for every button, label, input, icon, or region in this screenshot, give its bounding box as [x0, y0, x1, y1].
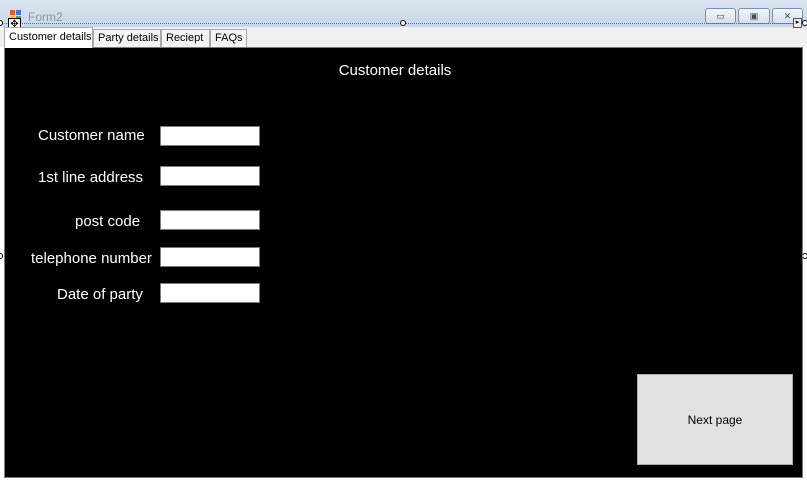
page-title: Customer details: [338, 62, 452, 79]
resize-handle[interactable]: [400, 20, 406, 26]
tab-faqs[interactable]: FAQs: [210, 29, 247, 48]
resize-handle[interactable]: [0, 253, 3, 259]
party-date-input[interactable]: [160, 283, 260, 303]
customer-name-input[interactable]: [160, 126, 260, 146]
address-input[interactable]: [160, 166, 260, 186]
minimize-button[interactable]: ▭: [705, 8, 736, 24]
customer-name-label: Customer name: [38, 127, 145, 144]
telephone-input[interactable]: [160, 247, 260, 267]
next-page-button[interactable]: Next page: [637, 374, 793, 465]
maximize-button[interactable]: ▣: [738, 8, 770, 24]
tab-reciept[interactable]: Reciept: [161, 29, 210, 48]
tab-party-details[interactable]: Party details: [93, 29, 161, 48]
tab-customer-details[interactable]: Customer details: [4, 27, 93, 48]
party-date-label: Date of party: [57, 286, 143, 303]
resize-handle[interactable]: [802, 20, 807, 26]
post-code-label: post code: [75, 213, 141, 230]
window-title: Form2: [28, 10, 63, 24]
post-code-input[interactable]: [160, 210, 260, 230]
telephone-label: telephone number: [31, 250, 152, 267]
address-label: 1st line address: [38, 169, 144, 186]
tab-scroll-right-icon[interactable]: ▸: [793, 18, 802, 28]
